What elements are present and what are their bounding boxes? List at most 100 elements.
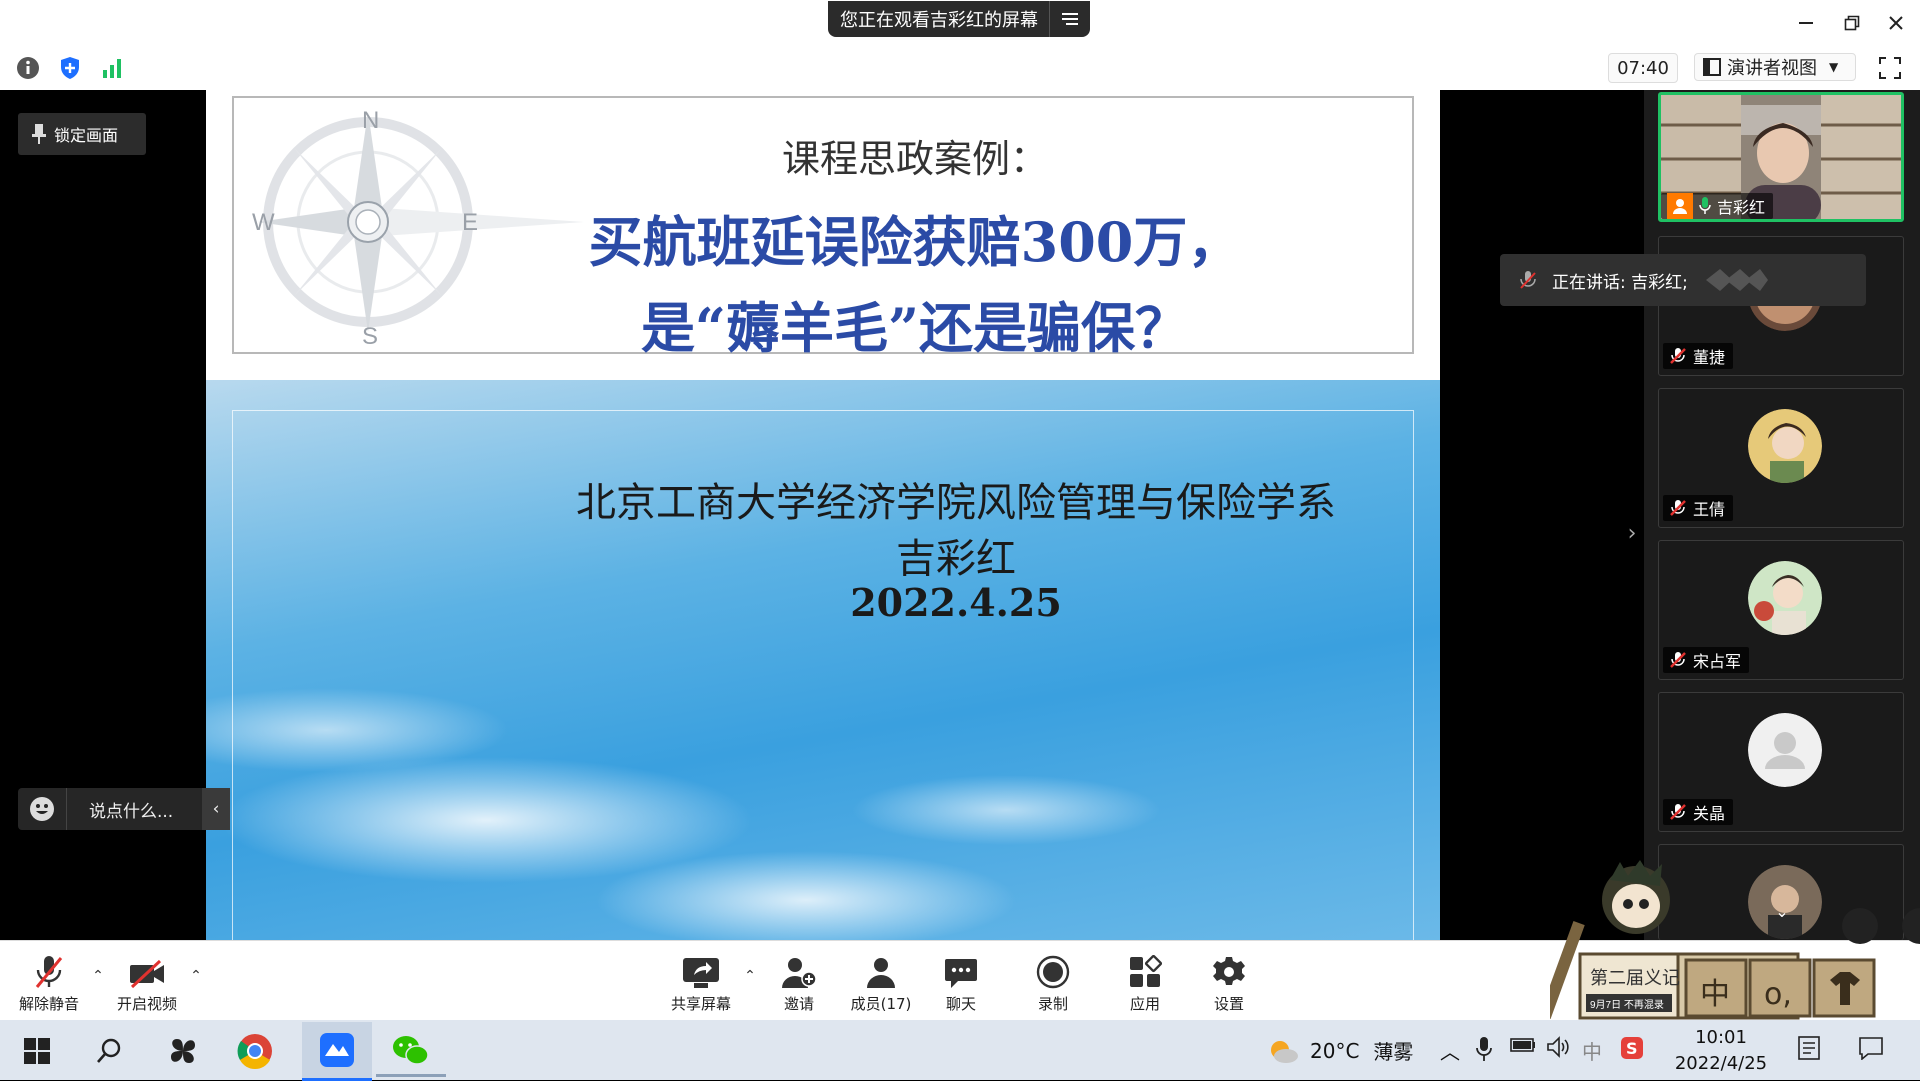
minimize-icon[interactable] <box>1786 8 1826 38</box>
mic-muted-icon <box>1670 652 1686 668</box>
app-pinwheel-icon[interactable] <box>148 1024 218 1078</box>
chevron-down-icon: ▼ <box>1829 60 1839 74</box>
add-user-icon <box>782 958 817 988</box>
share-banner[interactable]: 您正在观看吉彩红的屏幕 <box>828 1 1090 37</box>
participant-name: 吉彩红 <box>1717 198 1766 217</box>
restore-icon[interactable] <box>1832 8 1872 38</box>
speaking-indicator: 正在讲话: 吉彩红; <box>1500 254 1866 306</box>
close-icon[interactable] <box>1876 8 1916 38</box>
mic-muted-icon <box>1670 500 1686 516</box>
slide-header-box: N S W E 课程思政案例： 买航班延误险获赔300万， 是“薅羊毛”还是骗保… <box>232 96 1414 360</box>
system-clock[interactable]: 10:01 2022/4/25 <box>1650 1024 1792 1078</box>
gear-icon <box>1213 957 1245 985</box>
info-icon[interactable] <box>14 54 42 82</box>
svg-text:S: S <box>1626 1039 1638 1058</box>
windows-start-icon[interactable] <box>2 1024 72 1078</box>
share-screen-label: 共享屏幕 <box>670 995 731 1013</box>
shared-slide: N S W E 课程思政案例： 买航班延误险获赔300万， 是“薅羊毛”还是骗保… <box>206 90 1440 940</box>
mic-speaking-icon <box>1699 197 1711 214</box>
record-label: 录制 <box>1037 995 1068 1013</box>
weather-sun-cloud-icon <box>1271 1040 1298 1063</box>
chevron-right-icon[interactable]: › <box>1622 518 1642 548</box>
mic-muted-icon <box>1670 348 1686 364</box>
notifications-icon[interactable] <box>1858 1036 1884 1060</box>
lock-screen-label: 锁定画面 <box>54 126 119 145</box>
view-mode-button[interactable]: 演讲者视图 ▼ <box>1694 53 1856 81</box>
record-button[interactable]: 录制 <box>1008 948 1098 1014</box>
chat-label: 聊天 <box>945 995 976 1013</box>
share-screen-button[interactable]: 共享屏幕 <box>656 948 746 1014</box>
share-screen-icon <box>683 958 719 988</box>
fullscreen-icon[interactable] <box>1876 54 1904 82</box>
default-avatar-icon <box>1748 713 1822 787</box>
record-icon <box>1036 955 1070 989</box>
chevron-up-icon[interactable]: ⌃ <box>188 966 204 986</box>
invite-button[interactable]: 邀请 <box>754 948 844 1014</box>
start-video-label: 开启视频 <box>116 995 177 1013</box>
participant-name-tag: 宋占军 <box>1663 647 1750 673</box>
lock-screen-button[interactable]: 锁定画面 <box>18 113 146 155</box>
participant-tile[interactable]: 王倩 <box>1658 388 1904 528</box>
battery-icon[interactable] <box>1510 1036 1536 1054</box>
start-video-button[interactable]: 开启视频 <box>102 948 192 1014</box>
sky-background: 北京工商大学经济学院风险管理与保险学系 吉彩红 2022.4.25 <box>206 380 1440 940</box>
mic-muted-icon <box>1520 271 1536 289</box>
participant-name: 关晶 <box>1693 804 1726 823</box>
participant-tile-host[interactable]: 吉彩红 <box>1658 92 1904 222</box>
participant-avatar <box>1748 409 1822 483</box>
chat-icon <box>945 959 977 988</box>
sogou-input-icon[interactable]: S <box>1620 1036 1644 1060</box>
tencent-meeting-taskbar-icon[interactable] <box>302 1022 372 1081</box>
sticker-box-1: 中 <box>1700 977 1730 1012</box>
apps-button[interactable]: 应用 <box>1100 948 1190 1014</box>
security-shield-icon[interactable] <box>56 54 84 82</box>
signal-icon[interactable] <box>98 54 126 82</box>
active-app-indicator <box>376 1074 446 1077</box>
mascot-sticker-image: 第二届义记 9月7日 不再混录 中 o, <box>1550 860 1920 1020</box>
notes-icon[interactable] <box>1798 1036 1820 1060</box>
participant-avatar <box>1748 561 1822 635</box>
slide-subtitle: 课程思政案例： <box>781 137 1048 181</box>
waveform-icon <box>1705 269 1768 291</box>
host-badge-icon <box>1667 193 1693 219</box>
ime-indicator[interactable]: 中 <box>1582 1036 1602 1065</box>
chrome-icon[interactable] <box>220 1024 290 1078</box>
wechat-icon[interactable] <box>376 1024 446 1078</box>
weather-widget[interactable]: 20°C 薄雾 <box>1266 1036 1413 1065</box>
emoji-icon[interactable] <box>18 796 66 822</box>
invite-label: 邀请 <box>783 995 814 1013</box>
slide-title-line1: 买航班延误险获赔300万， <box>588 210 1242 274</box>
speaking-text: 正在讲话: 吉彩红; <box>1552 272 1688 293</box>
slide-author: 吉彩红 <box>896 536 1016 582</box>
settings-button[interactable]: 设置 <box>1184 948 1274 1014</box>
participant-tile[interactable]: 关晶 <box>1658 692 1904 832</box>
chat-button[interactable]: 聊天 <box>916 948 1006 1014</box>
members-button[interactable]: 成员(17) <box>836 948 926 1014</box>
settings-label: 设置 <box>1213 995 1244 1013</box>
quick-chat-bar[interactable]: 说点什么... ‹ <box>18 788 230 830</box>
apps-label: 应用 <box>1129 995 1160 1013</box>
unmute-label: 解除静音 <box>18 995 79 1013</box>
speaker-view-icon <box>1703 58 1721 76</box>
search-icon[interactable] <box>74 1024 144 1078</box>
sticker-box-2: o, <box>1764 977 1792 1012</box>
menu-icon[interactable] <box>1049 1 1090 37</box>
slide-title-line2: 是“薅羊毛”还是骗保？ <box>640 296 1190 360</box>
participant-name-tag: 关晶 <box>1663 799 1734 825</box>
chevron-left-icon[interactable]: ‹ <box>202 788 230 830</box>
meeting-timer: 07:40 <box>1608 53 1678 83</box>
participant-tile[interactable]: 宋占军 <box>1658 540 1904 680</box>
volume-icon[interactable] <box>1546 1036 1570 1058</box>
unmute-button[interactable]: 解除静音 <box>4 948 94 1014</box>
share-banner-text: 您正在观看吉彩红的屏幕 <box>840 10 1038 31</box>
view-mode-label: 演讲者视图 <box>1727 58 1817 79</box>
chat-input[interactable]: 说点什么... <box>66 788 202 830</box>
apps-icon <box>1130 955 1162 987</box>
microphone-icon[interactable] <box>1476 1036 1492 1062</box>
chevron-up-icon[interactable]: ︿ <box>1440 1036 1460 1065</box>
sticker-sign-text: 第二届义记 <box>1590 968 1680 989</box>
sticker-sign-sub: 9月7日 不再混录 <box>1590 999 1664 1011</box>
slide-date: 2022.4.25 <box>850 580 1062 625</box>
participant-name-tag: 王倩 <box>1663 495 1734 521</box>
participant-name-tag: 吉彩红 <box>1661 193 1774 219</box>
